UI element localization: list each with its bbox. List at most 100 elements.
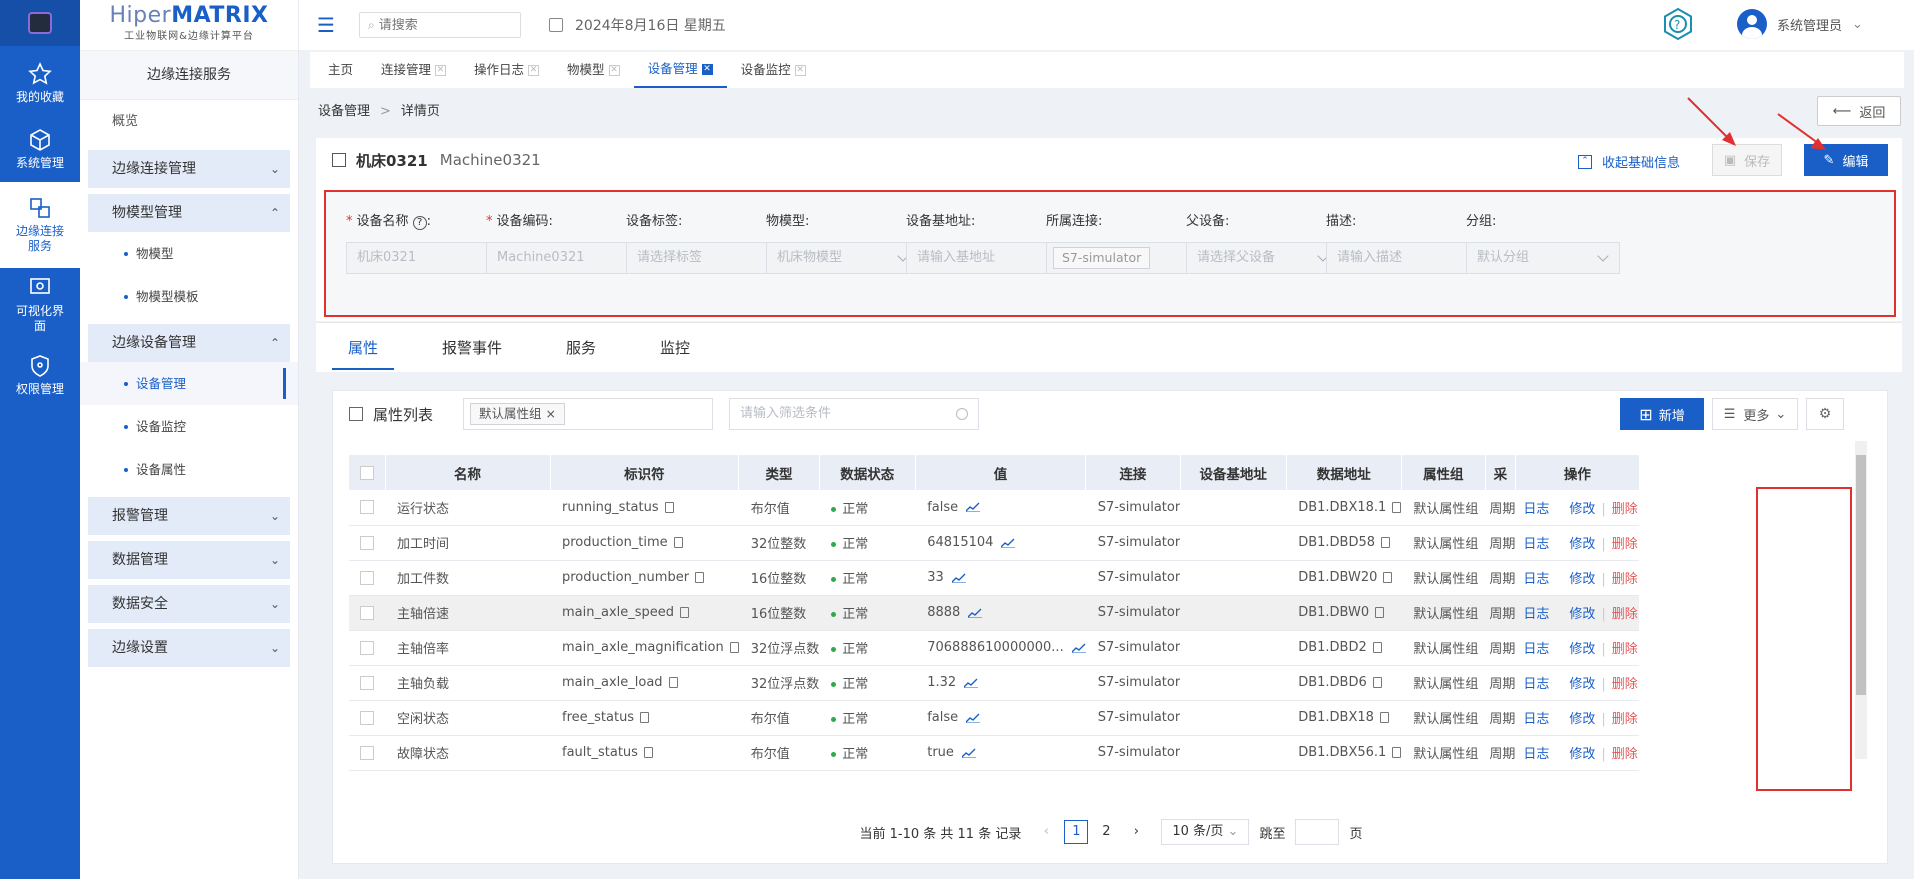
copy-icon[interactable] (729, 642, 739, 653)
tab-services[interactable]: 服务 (566, 337, 596, 358)
trend-chart-icon[interactable] (1001, 538, 1016, 548)
row-checkbox[interactable] (360, 745, 374, 760)
sidebar-item-device-management[interactable]: 设备管理 (80, 362, 298, 405)
description-input[interactable]: 请输入描述 (1326, 242, 1480, 274)
filter-input[interactable]: 请输入筛选条件 (729, 398, 979, 430)
search-box[interactable]: ⌕ (359, 12, 521, 38)
copy-icon[interactable] (1379, 712, 1389, 723)
tab-home[interactable]: 主页 (314, 52, 367, 88)
rail-item-edge-connection[interactable]: 边缘连接服务 (0, 182, 80, 268)
log-link[interactable]: 日志 (1523, 607, 1549, 622)
group-filter-select[interactable]: 默认属性组 × (463, 398, 713, 430)
copy-icon[interactable] (1383, 572, 1393, 583)
copy-icon[interactable] (1381, 537, 1391, 548)
edit-link[interactable]: 修改 (1569, 502, 1595, 517)
collapse-info-button[interactable]: ⌃ 收起基础信息 (1578, 152, 1680, 171)
trend-chart-icon[interactable] (1071, 643, 1086, 653)
edit-link[interactable]: 修改 (1569, 712, 1595, 727)
sidebar-item-device-monitor[interactable]: 设备监控 (80, 405, 298, 448)
table-row[interactable]: 加工时间 production_time 32位整数 正常 64815104 S7-sim… (349, 525, 1640, 561)
column-header[interactable]: 连接 (1085, 455, 1181, 490)
copy-icon[interactable] (640, 712, 650, 723)
sidebar-group-edge-connection[interactable]: 边缘连接管理 ⌄ (88, 150, 290, 188)
edit-link[interactable]: 修改 (1569, 747, 1595, 762)
sidebar-group-security[interactable]: 数据安全 ⌄ (88, 585, 290, 623)
thing-model-select[interactable]: 机床物模型 (766, 242, 920, 274)
log-link[interactable]: 日志 (1523, 747, 1549, 762)
column-header[interactable]: 数据地址 (1286, 455, 1402, 490)
sidebar-item-device-attributes[interactable]: 设备属性 (80, 448, 298, 491)
copy-icon[interactable] (673, 537, 683, 548)
copy-icon[interactable] (1392, 747, 1402, 758)
breadcrumb-root[interactable]: 设备管理 (318, 104, 370, 119)
connection-select[interactable]: S7-simulator (1046, 242, 1200, 274)
row-checkbox[interactable] (360, 500, 374, 515)
sidebar-group-edge-settings[interactable]: 边缘设置 ⌄ (88, 629, 290, 667)
log-link[interactable]: 日志 (1523, 572, 1549, 587)
sidebar-item-thing-model[interactable]: 物模型 (80, 232, 298, 275)
tab-alarm-events[interactable]: 报警事件 (442, 337, 502, 358)
log-link[interactable]: 日志 (1523, 677, 1549, 692)
copy-icon[interactable] (1372, 642, 1382, 653)
tab-attributes[interactable]: 属性 (331, 337, 395, 370)
trend-chart-icon[interactable] (961, 748, 976, 758)
delete-link[interactable]: 删除 (1612, 572, 1638, 587)
column-header[interactable]: 属性组 (1401, 455, 1486, 490)
copy-icon[interactable] (680, 607, 690, 618)
close-icon[interactable]: ✕ (701, 63, 713, 75)
tab-connection-management[interactable]: 连接管理 ✕ (367, 52, 460, 88)
trend-chart-icon[interactable] (966, 502, 981, 513)
log-link[interactable]: 日志 (1523, 642, 1549, 657)
help-icon[interactable]: ? (1660, 6, 1696, 42)
tab-device-monitor[interactable]: 设备监控 ✕ (727, 52, 820, 88)
column-header[interactable]: 标识符 (550, 455, 740, 490)
table-row[interactable]: 主轴倍速 main_axle_speed 16位整数 正常 8888 S7-simulat… (349, 595, 1640, 631)
sidebar-group-edge-device[interactable]: 边缘设备管理 ⌃ (88, 324, 290, 362)
page-size-select[interactable]: 10 条/页 ⌄ (1161, 819, 1250, 845)
goto-page-input[interactable] (1295, 819, 1340, 845)
table-row[interactable]: 加工件数 production_number 16位整数 正常 33 S7-simulat… (349, 560, 1640, 596)
trend-chart-icon[interactable] (964, 678, 979, 688)
prev-page-button[interactable]: ‹ (1034, 820, 1058, 844)
delete-link[interactable]: 删除 (1612, 712, 1638, 727)
scrollbar-thumb[interactable] (1856, 455, 1866, 695)
close-icon[interactable]: × (546, 406, 556, 421)
row-checkbox[interactable] (360, 710, 374, 725)
device-tags-select[interactable]: 请选择标签 (626, 242, 780, 274)
column-header[interactable]: 操作 (1515, 455, 1640, 490)
rail-item-system[interactable]: 系统管理 (0, 116, 80, 182)
delete-link[interactable]: 删除 (1612, 642, 1638, 657)
copy-icon[interactable] (664, 501, 674, 513)
tab-monitoring[interactable]: 监控 (660, 337, 690, 358)
rail-item-favorites[interactable]: 我的收藏 (0, 50, 80, 116)
select-all-checkbox[interactable] (359, 465, 374, 480)
delete-link[interactable]: 删除 (1612, 502, 1638, 517)
delete-link[interactable]: 删除 (1612, 677, 1638, 692)
settings-button[interactable]: ⚙ (1806, 398, 1844, 430)
sidebar-item-overview[interactable]: 概览 (80, 100, 298, 144)
copy-icon[interactable] (695, 572, 705, 583)
column-header[interactable]: 名称 (385, 455, 551, 490)
column-header[interactable]: 数据状态 (819, 455, 916, 490)
close-icon[interactable]: ✕ (608, 64, 620, 76)
edit-link[interactable]: 修改 (1569, 677, 1595, 692)
delete-link[interactable]: 删除 (1612, 747, 1638, 762)
parent-device-select[interactable]: 请选择父设备 (1186, 242, 1340, 274)
sidebar-item-thing-model-template[interactable]: 物模型模板 (80, 275, 298, 318)
base-address-input[interactable]: 请输入基地址 (906, 242, 1060, 274)
menu-toggle-icon[interactable]: ☰ (317, 13, 337, 37)
column-header[interactable]: 值 (915, 455, 1087, 490)
table-row[interactable]: 运行状态 running_status 布尔值 正常 false S7-simulator… (349, 490, 1640, 526)
copy-icon[interactable] (1372, 677, 1382, 688)
app-logo[interactable] (0, 0, 80, 46)
device-code-input[interactable]: Machine0321 (486, 242, 640, 274)
log-link[interactable]: 日志 (1523, 537, 1549, 552)
table-row[interactable]: 故障状态 fault_status 布尔值 正常 true S7-simulator DB1… (349, 735, 1640, 771)
sidebar-group-data[interactable]: 数据管理 ⌄ (88, 541, 290, 579)
close-icon[interactable]: ✕ (794, 64, 806, 76)
user-menu[interactable]: 系统管理员 ⌄ (1737, 9, 1863, 39)
tab-device-management[interactable]: 设备管理 ✕ (633, 52, 727, 88)
edit-link[interactable]: 修改 (1569, 572, 1595, 587)
trend-chart-icon[interactable] (951, 573, 966, 583)
trend-chart-icon[interactable] (966, 713, 981, 723)
